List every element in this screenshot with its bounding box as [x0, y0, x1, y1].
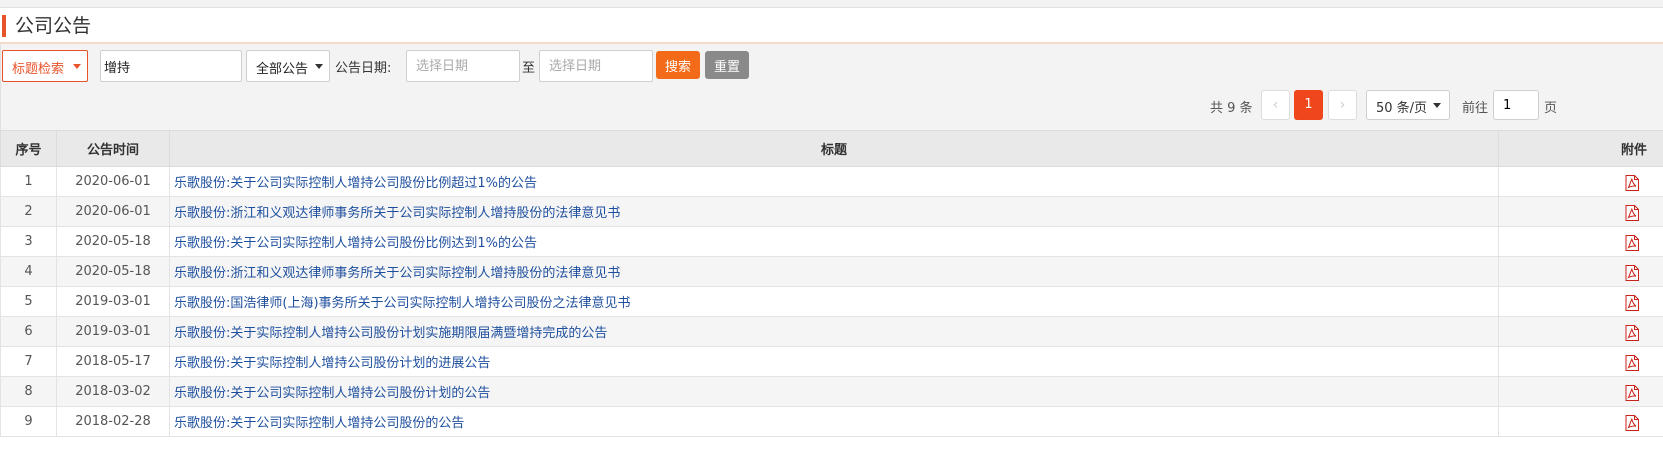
col-header-date: 公告时间	[56, 130, 170, 167]
row-title-link[interactable]: 乐歌股份:关于公司实际控制人增持公司股份比例超过1%的公告	[174, 176, 537, 191]
row-title-cell: 乐歌股份:关于实际控制人增持公司股份计划实施期限届满暨增持完成的公告	[169, 316, 1499, 347]
row-title-link[interactable]: 乐歌股份:关于实际控制人增持公司股份计划实施期限届满暨增持完成的公告	[174, 326, 607, 341]
row-title-link[interactable]: 乐歌股份:浙江和义观达律师事务所关于公司实际控制人增持股份的法律意见书	[174, 206, 620, 221]
row-title-link[interactable]: 乐歌股份:关于实际控制人增持公司股份计划的进展公告	[174, 356, 490, 371]
goto-label: 前往	[1462, 101, 1489, 116]
table-row: 2 2020-06-01 乐歌股份:浙江和义观达律师事务所关于公司实际控制人增持股份…	[0, 196, 1663, 227]
row-attachment-cell	[1498, 406, 1663, 437]
caret-down-icon	[1433, 103, 1441, 108]
row-date: 2020-06-01	[56, 196, 170, 227]
table-row: 9 2018-02-28 乐歌股份:关于公司实际控制人增持公司股份的公告	[0, 406, 1663, 437]
row-title-cell: 乐歌股份:关于公司实际控制人增持公司股份比例超过1%的公告	[169, 166, 1499, 197]
col-header-no: 序号	[0, 130, 57, 167]
table-row: 7 2018-05-17 乐歌股份:关于实际控制人增持公司股份计划的进展公告	[0, 346, 1663, 377]
row-attachment-cell	[1498, 256, 1663, 287]
row-attachment-cell	[1498, 166, 1663, 197]
date-separator: 至	[522, 61, 536, 76]
reset-button[interactable]: 重置	[705, 51, 749, 79]
table-row: 6 2019-03-01 乐歌股份:关于实际控制人增持公司股份计划实施期限届满暨增持…	[0, 316, 1663, 347]
row-date: 2020-05-18	[56, 226, 170, 257]
row-attachment-cell	[1498, 286, 1663, 317]
row-title-cell: 乐歌股份:浙江和义观达律师事务所关于公司实际控制人增持股份的法律意见书	[169, 196, 1499, 227]
table-row: 4 2020-05-18 乐歌股份:浙江和义观达律师事务所关于公司实际控制人增持股份…	[0, 256, 1663, 287]
row-number: 2	[0, 196, 57, 227]
pdf-icon[interactable]	[1625, 205, 1639, 221]
current-page-button[interactable]: 1	[1294, 90, 1323, 120]
header-accent-bar	[2, 15, 6, 37]
row-date: 2020-06-01	[56, 166, 170, 197]
row-title-cell: 乐歌股份:关于实际控制人增持公司股份计划的进展公告	[169, 346, 1499, 377]
row-date: 2018-02-28	[56, 406, 170, 437]
row-date: 2018-03-02	[56, 376, 170, 407]
row-number: 5	[0, 286, 57, 317]
announcement-type-label: 全部公告	[256, 62, 309, 77]
next-page-button[interactable]: ›	[1328, 90, 1357, 120]
row-title-link[interactable]: 乐歌股份:国浩律师(上海)事务所关于公司实际控制人增持公司股份之法律意见书	[174, 296, 631, 311]
row-number: 4	[0, 256, 57, 287]
pdf-icon[interactable]	[1625, 175, 1639, 191]
row-number: 1	[0, 166, 57, 197]
section-header: 公司公告	[0, 8, 1663, 44]
row-title-cell: 乐歌股份:浙江和义观达律师事务所关于公司实际控制人增持股份的法律意见书	[169, 256, 1499, 287]
table-row: 1 2020-06-01 乐歌股份:关于公司实际控制人增持公司股份比例超过1%的公告	[0, 166, 1663, 197]
row-title-link[interactable]: 乐歌股份:关于公司实际控制人增持公司股份的公告	[174, 416, 464, 431]
page-size-select[interactable]: 50 条/页	[1366, 90, 1450, 120]
row-attachment-cell	[1498, 226, 1663, 257]
row-date: 2019-03-01	[56, 286, 170, 317]
goto-page-input[interactable]	[1493, 90, 1539, 120]
date-to-input[interactable]	[539, 50, 653, 82]
pdf-icon[interactable]	[1625, 355, 1639, 371]
col-header-title: 标题	[169, 130, 1499, 167]
row-number: 7	[0, 346, 57, 377]
row-number: 8	[0, 376, 57, 407]
page-size-label: 50 条/页	[1376, 101, 1428, 116]
table-header-row: 序号 公告时间 标题 附件	[0, 130, 1663, 167]
total-count: 共 9 条	[1210, 101, 1253, 116]
row-title-cell: 乐歌股份:关于公司实际控制人增持公司股份计划的公告	[169, 376, 1499, 407]
row-date: 2018-05-17	[56, 346, 170, 377]
top-strip	[0, 0, 1663, 8]
row-date: 2020-05-18	[56, 256, 170, 287]
date-label: 公告日期:	[335, 61, 392, 76]
row-title-link[interactable]: 乐歌股份:关于公司实际控制人增持公司股份计划的公告	[174, 386, 490, 401]
caret-down-icon	[73, 64, 81, 69]
row-number: 3	[0, 226, 57, 257]
announcement-table: 序号 公告时间 标题 附件 1 2020-06-01 乐歌股份:关于公司实际控制人增…	[0, 130, 1663, 437]
row-number: 9	[0, 406, 57, 437]
prev-page-button[interactable]: ‹	[1261, 90, 1290, 120]
search-field-select[interactable]: 标题检索	[2, 50, 88, 82]
search-button[interactable]: 搜索	[656, 51, 700, 79]
pdf-icon[interactable]	[1625, 385, 1639, 401]
row-title-cell: 乐歌股份:关于公司实际控制人增持公司股份比例达到1%的公告	[169, 226, 1499, 257]
page-unit-label: 页	[1544, 101, 1558, 116]
row-attachment-cell	[1498, 346, 1663, 377]
table-body: 1 2020-06-01 乐歌股份:关于公司实际控制人增持公司股份比例超过1%的公告…	[0, 166, 1663, 437]
col-header-attachment: 附件	[1498, 130, 1663, 167]
row-title-cell: 乐歌股份:关于公司实际控制人增持公司股份的公告	[169, 406, 1499, 437]
pdf-icon[interactable]	[1625, 415, 1639, 431]
row-attachment-cell	[1498, 376, 1663, 407]
filter-panel: 标题检索 全部公告 公告日期: 至 搜索 重置 共 9 条 ‹ 1 › 50 条…	[0, 44, 1663, 139]
row-title-link[interactable]: 乐歌股份:浙江和义观达律师事务所关于公司实际控制人增持股份的法律意见书	[174, 266, 620, 281]
row-title-cell: 乐歌股份:国浩律师(上海)事务所关于公司实际控制人增持公司股份之法律意见书	[169, 286, 1499, 317]
caret-down-icon	[315, 64, 323, 69]
row-number: 6	[0, 316, 57, 347]
page-title: 公司公告	[15, 15, 92, 37]
search-field-select-label: 标题检索	[12, 62, 65, 77]
row-attachment-cell	[1498, 196, 1663, 227]
pagination: 共 9 条 ‹ 1 › 50 条/页 前往 页	[1, 89, 1663, 125]
table-row: 5 2019-03-01 乐歌股份:国浩律师(上海)事务所关于公司实际控制人增持公司…	[0, 286, 1663, 317]
date-from-input[interactable]	[406, 50, 520, 82]
table-row: 3 2020-05-18 乐歌股份:关于公司实际控制人增持公司股份比例达到1%的公告	[0, 226, 1663, 257]
row-attachment-cell	[1498, 316, 1663, 347]
keyword-input[interactable]	[100, 50, 242, 82]
table-row: 8 2018-03-02 乐歌股份:关于公司实际控制人增持公司股份计划的公告	[0, 376, 1663, 407]
pdf-icon[interactable]	[1625, 235, 1639, 251]
pdf-icon[interactable]	[1625, 295, 1639, 311]
pdf-icon[interactable]	[1625, 265, 1639, 281]
row-date: 2019-03-01	[56, 316, 170, 347]
row-title-link[interactable]: 乐歌股份:关于公司实际控制人增持公司股份比例达到1%的公告	[174, 236, 537, 251]
pdf-icon[interactable]	[1625, 325, 1639, 341]
announcement-type-select[interactable]: 全部公告	[246, 50, 330, 82]
